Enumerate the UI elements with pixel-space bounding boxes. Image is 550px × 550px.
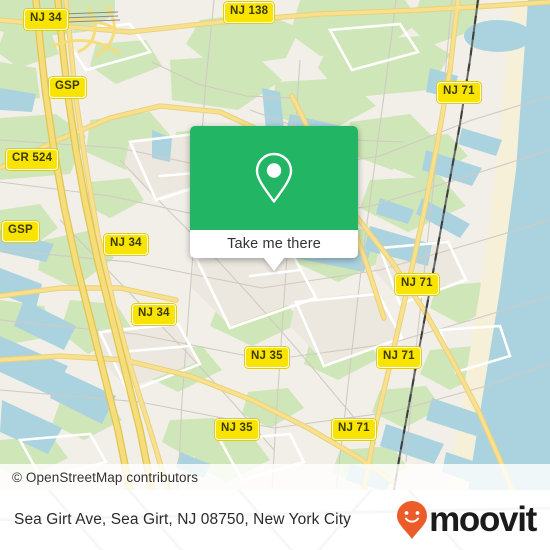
route-shield-nj-71-mid: NJ 71 bbox=[395, 274, 439, 295]
route-shield-nj-35-mid: NJ 35 bbox=[245, 347, 289, 368]
location-pin-icon bbox=[255, 152, 293, 203]
moovit-map-widget: NJ 34 NJ 138 GSP NJ 71 CR 524 GSP NJ 34 NJ 71 NJ… bbox=[0, 0, 550, 550]
route-shield-gsp-left: GSP bbox=[2, 221, 39, 242]
moovit-brand: moovit bbox=[396, 500, 550, 540]
take-me-there-button[interactable]: Take me there bbox=[190, 230, 358, 258]
footer-bar: Sea Girt Ave, Sea Girt, NJ 08750, New Yo… bbox=[0, 490, 550, 550]
route-shield-nj-71-top: NJ 71 bbox=[437, 82, 481, 103]
route-shield-nj-34-mid: NJ 34 bbox=[104, 234, 148, 255]
route-shield-cr-524: CR 524 bbox=[6, 149, 59, 170]
moovit-pin-smiley-icon bbox=[397, 501, 428, 539]
route-shield-nj-35-bottom: NJ 35 bbox=[215, 419, 259, 440]
map-attribution: © OpenStreetMap contributors bbox=[0, 464, 550, 490]
route-shield-nj-138: NJ 138 bbox=[224, 2, 275, 23]
address-text: Sea Girt Ave, Sea Girt, NJ 08750, New Yo… bbox=[14, 511, 351, 528]
map-canvas[interactable]: NJ 34 NJ 138 GSP NJ 71 CR 524 GSP NJ 34 NJ 71 NJ… bbox=[0, 0, 550, 490]
route-shield-nj-34-top: NJ 34 bbox=[24, 9, 68, 30]
take-me-there-label: Take me there bbox=[227, 236, 321, 252]
card-header bbox=[190, 126, 358, 230]
card-pointer-tail bbox=[263, 257, 285, 271]
route-shield-nj-71-bottom: NJ 71 bbox=[332, 419, 376, 440]
attribution-text: © OpenStreetMap contributors bbox=[12, 469, 199, 485]
location-card[interactable]: Take me there bbox=[190, 126, 358, 271]
route-shield-gsp-top: GSP bbox=[49, 77, 86, 98]
route-shield-nj-71-lower: NJ 71 bbox=[377, 347, 421, 368]
moovit-wordmark: moovit bbox=[429, 500, 537, 539]
route-shield-nj-34-lower: NJ 34 bbox=[132, 304, 176, 325]
